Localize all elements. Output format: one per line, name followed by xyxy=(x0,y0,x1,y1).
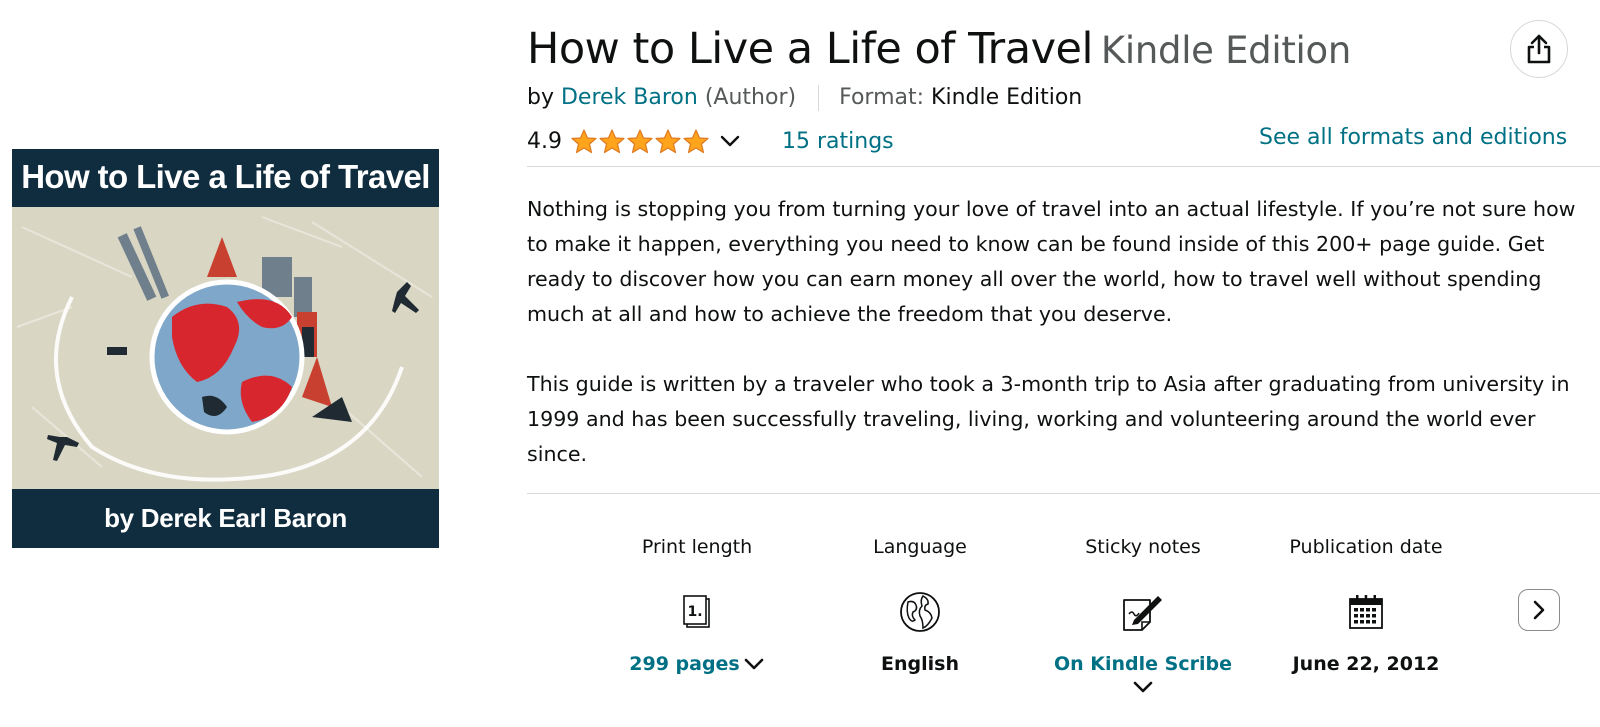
by-prefix: by xyxy=(527,85,554,110)
star-icon xyxy=(599,128,625,153)
format-label: Format: xyxy=(839,85,925,110)
star-icon xyxy=(655,128,681,153)
rating-row: 4.9 15 ratings xyxy=(527,125,894,157)
author-role: (Author) xyxy=(704,85,797,110)
detail-print-length: Print length 1. 299 pages xyxy=(587,532,807,678)
print-length-value[interactable]: 299 pages xyxy=(587,650,807,678)
chevron-right-icon xyxy=(1533,600,1545,620)
format-value: Kindle Edition xyxy=(931,85,1083,110)
divider-top xyxy=(527,166,1600,167)
product-title: How to Live a Life of Travel Kindle Editi… xyxy=(527,24,1351,74)
print-length-text: 299 pages xyxy=(629,653,740,675)
product-page: How to Live a Life of Travel by Derek Ea… xyxy=(0,0,1600,727)
rating-popover-chevron-icon[interactable] xyxy=(720,134,740,148)
star-icon xyxy=(627,128,653,153)
title-text: How to Live a Life of Travel xyxy=(527,24,1093,74)
sticky-note-pen-icon xyxy=(1033,588,1253,636)
publication-date-value: June 22, 2012 xyxy=(1292,653,1440,675)
byline: by Derek Baron (Author) Format: Kindle Ed… xyxy=(527,85,1082,111)
book-cover-image[interactable]: How to Live a Life of Travel by Derek Ea… xyxy=(12,149,439,548)
cover-title: How to Live a Life of Travel xyxy=(12,149,439,207)
author-link[interactable]: Derek Baron xyxy=(561,85,698,110)
description-paragraph: This guide is written by a traveler who … xyxy=(527,372,1570,466)
star-rating[interactable] xyxy=(570,128,710,155)
share-button[interactable] xyxy=(1510,20,1568,78)
globe-icon xyxy=(810,588,1030,636)
see-all-formats-link[interactable]: See all formats and editions xyxy=(1259,125,1567,150)
cover-globe-illustration xyxy=(12,207,439,489)
sticky-notes-chevron-down-icon[interactable] xyxy=(1033,680,1253,694)
description-paragraph: Nothing is stopping you from turning you… xyxy=(527,197,1576,326)
detail-label: Publication date xyxy=(1289,536,1443,558)
language-value: English xyxy=(881,653,959,675)
detail-sticky-notes: Sticky notes On Kindle Scribe xyxy=(1033,532,1253,694)
calendar-icon xyxy=(1256,588,1476,636)
carousel-next-button[interactable] xyxy=(1518,589,1560,631)
book-description: Nothing is stopping you from turning you… xyxy=(527,192,1577,507)
svg-text:1.: 1. xyxy=(687,604,702,620)
share-icon xyxy=(1527,34,1551,64)
rating-value: 4.9 xyxy=(527,128,562,154)
detail-publication-date: Publication date June 22, 2012 xyxy=(1256,532,1476,678)
detail-label: Language xyxy=(873,536,967,558)
divider-bottom xyxy=(527,493,1600,494)
chevron-down-icon xyxy=(743,651,765,679)
detail-label: Sticky notes xyxy=(1085,536,1201,558)
detail-language: Language English xyxy=(810,532,1030,678)
title-edition: Kindle Edition xyxy=(1100,29,1352,72)
detail-label: Print length xyxy=(641,536,753,558)
sticky-notes-value[interactable]: On Kindle Scribe xyxy=(1033,650,1253,678)
star-icon xyxy=(571,128,597,153)
star-icon xyxy=(683,128,709,153)
ratings-count-link[interactable]: 15 ratings xyxy=(782,129,894,154)
book-pages-icon: 1. xyxy=(587,588,807,636)
byline-divider xyxy=(818,85,820,111)
cover-author: by Derek Earl Baron xyxy=(12,489,439,548)
